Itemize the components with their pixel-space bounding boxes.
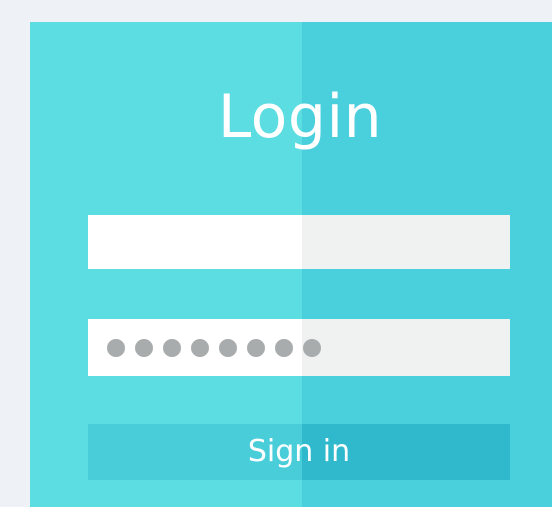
login-panel: Login Sign in	[30, 22, 552, 507]
password-dot	[275, 339, 293, 357]
password-dot	[135, 339, 153, 357]
username-input[interactable]	[88, 215, 510, 269]
password-dot	[219, 339, 237, 357]
login-screen: Login Sign in	[0, 0, 552, 507]
login-title: Login	[217, 82, 383, 152]
password-dot	[107, 339, 125, 357]
password-dot	[163, 339, 181, 357]
password-dot	[247, 339, 265, 357]
password-input[interactable]	[88, 319, 510, 376]
password-mask	[107, 339, 321, 357]
sign-in-button[interactable]: Sign in	[88, 424, 510, 480]
password-dot	[303, 339, 321, 357]
password-dot	[191, 339, 209, 357]
